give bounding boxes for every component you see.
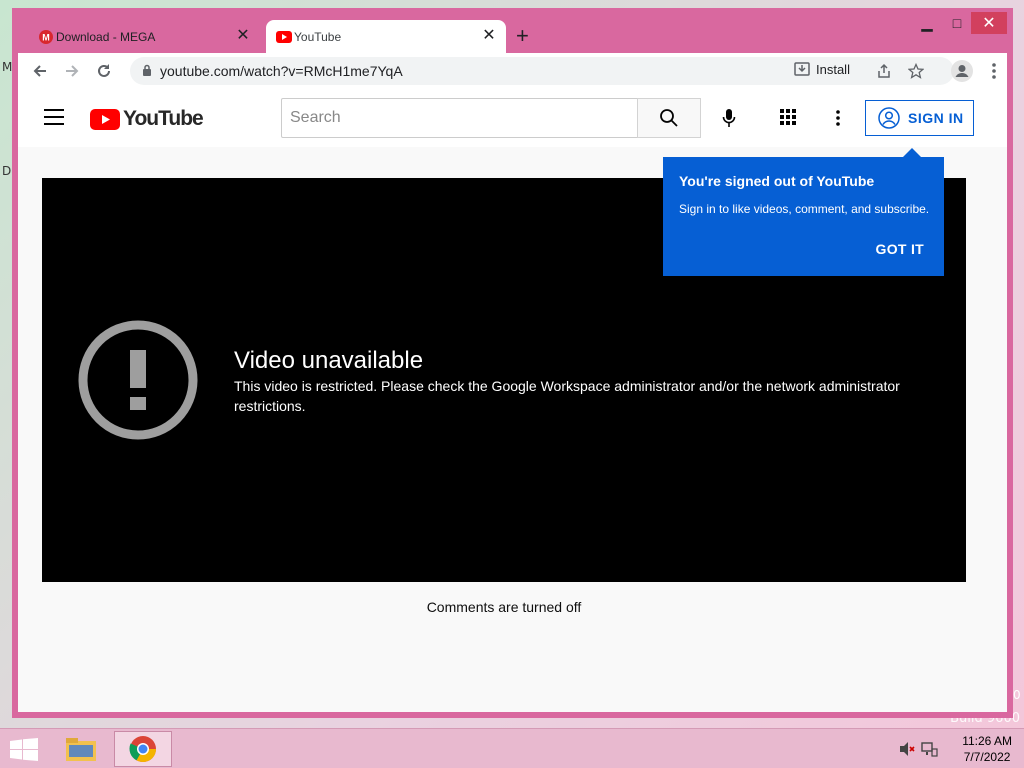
settings-menu-icon[interactable]: [828, 106, 848, 130]
tooltip-body: Sign in to like videos, comment, and sub…: [679, 202, 930, 216]
error-title: Video unavailable: [234, 347, 424, 374]
profile-icon: [951, 60, 973, 82]
sign-in-button[interactable]: SIGN IN: [865, 100, 974, 136]
share-icon: [878, 63, 890, 78]
sign-in-label: SIGN IN: [908, 110, 964, 126]
page-content: YouTube SIGN: [18, 89, 1007, 712]
taskbar: 11:26 AM 7/7/2022: [0, 728, 1024, 768]
install-icon: [794, 62, 810, 76]
tooltip-title: You're signed out of YouTube: [679, 173, 875, 189]
arrow-right-icon: [66, 65, 79, 77]
kebab-icon: [992, 63, 996, 79]
youtube-wordmark: YouTube: [123, 107, 204, 130]
browser-menu-button[interactable]: [982, 59, 1006, 83]
desktop-icon-label: M: [2, 60, 13, 74]
bookmark-button[interactable]: [906, 61, 926, 81]
chrome-taskbar-button[interactable]: [114, 731, 172, 767]
reload-button[interactable]: [92, 59, 116, 83]
close-tab-icon[interactable]: ✕: [480, 27, 498, 45]
search-button[interactable]: [637, 98, 701, 138]
search-icon: [660, 109, 678, 127]
search-input[interactable]: [282, 99, 637, 137]
clock-time: 11:26 AM: [962, 734, 1012, 748]
search-box[interactable]: [281, 98, 638, 138]
mega-icon: M: [38, 29, 54, 45]
tab-title: Download - MEGA: [56, 29, 156, 44]
browser-toolbar: youtube.com/watch?v=RMcH1me7YqA Install: [18, 53, 1007, 89]
tab-mega[interactable]: M Download - MEGA ✕: [28, 20, 260, 53]
maximize-button[interactable]: □: [945, 12, 969, 34]
network-icon[interactable]: [920, 741, 938, 757]
close-window-button[interactable]: ✕: [971, 12, 1007, 34]
new-tab-button[interactable]: +: [516, 25, 529, 47]
profile-button[interactable]: [950, 59, 974, 83]
install-label: Install: [816, 61, 850, 77]
arrow-left-icon: [33, 65, 46, 77]
speaker-muted-icon[interactable]: [898, 741, 916, 757]
folder-icon: [66, 738, 96, 761]
apps-grid-icon[interactable]: [779, 108, 799, 128]
comments-status: Comments are turned off: [426, 599, 582, 615]
lock-icon: [143, 64, 151, 76]
star-icon: [908, 63, 924, 79]
desktop-icon-label: D: [2, 164, 12, 178]
share-button[interactable]: [874, 61, 894, 81]
voice-search-button[interactable]: [717, 106, 741, 130]
forward-button[interactable]: [60, 59, 84, 83]
signed-out-tooltip: You're signed out of YouTube Sign in to …: [663, 148, 944, 276]
close-tab-icon[interactable]: ✕: [234, 27, 252, 45]
install-app-button[interactable]: Install: [794, 61, 850, 77]
tab-youtube[interactable]: YouTube ✕: [266, 20, 506, 53]
exclamation-circle-icon: [78, 320, 198, 440]
youtube-icon: [276, 29, 292, 45]
youtube-header: YouTube SIGN: [18, 89, 1007, 147]
tab-title: YouTube: [294, 29, 342, 44]
windows-start-icon[interactable]: [10, 738, 38, 762]
microphone-icon: [722, 109, 736, 127]
got-it-button[interactable]: GOT IT: [876, 241, 924, 257]
reload-icon: [98, 64, 110, 77]
browser-window: M Download - MEGA ✕ YouTube ✕ + ▁ □ ✕ yo…: [12, 8, 1013, 718]
chrome-icon: [129, 736, 157, 763]
desktop-text: 0: [1013, 688, 1021, 702]
clock-date: 7/7/2022: [963, 750, 1011, 764]
system-clock[interactable]: 11:26 AM 7/7/2022: [962, 733, 1012, 765]
youtube-logo[interactable]: YouTube: [90, 107, 204, 131]
svg-text:M: M: [42, 33, 50, 43]
account-icon: [878, 107, 900, 129]
hamburger-menu-icon[interactable]: [44, 109, 64, 125]
address-bar[interactable]: youtube.com/watch?v=RMcH1me7YqA Install: [130, 57, 954, 85]
error-message: This video is restricted. Please check t…: [234, 378, 900, 414]
youtube-play-icon: [90, 108, 120, 130]
file-explorer-taskbar-button[interactable]: [58, 731, 104, 767]
back-button[interactable]: [28, 59, 52, 83]
title-bar: M Download - MEGA ✕ YouTube ✕ + ▁ □ ✕: [12, 8, 1013, 53]
minimize-button[interactable]: ▁: [915, 12, 939, 34]
url-text: youtube.com/watch?v=RMcH1me7YqA: [160, 63, 403, 79]
